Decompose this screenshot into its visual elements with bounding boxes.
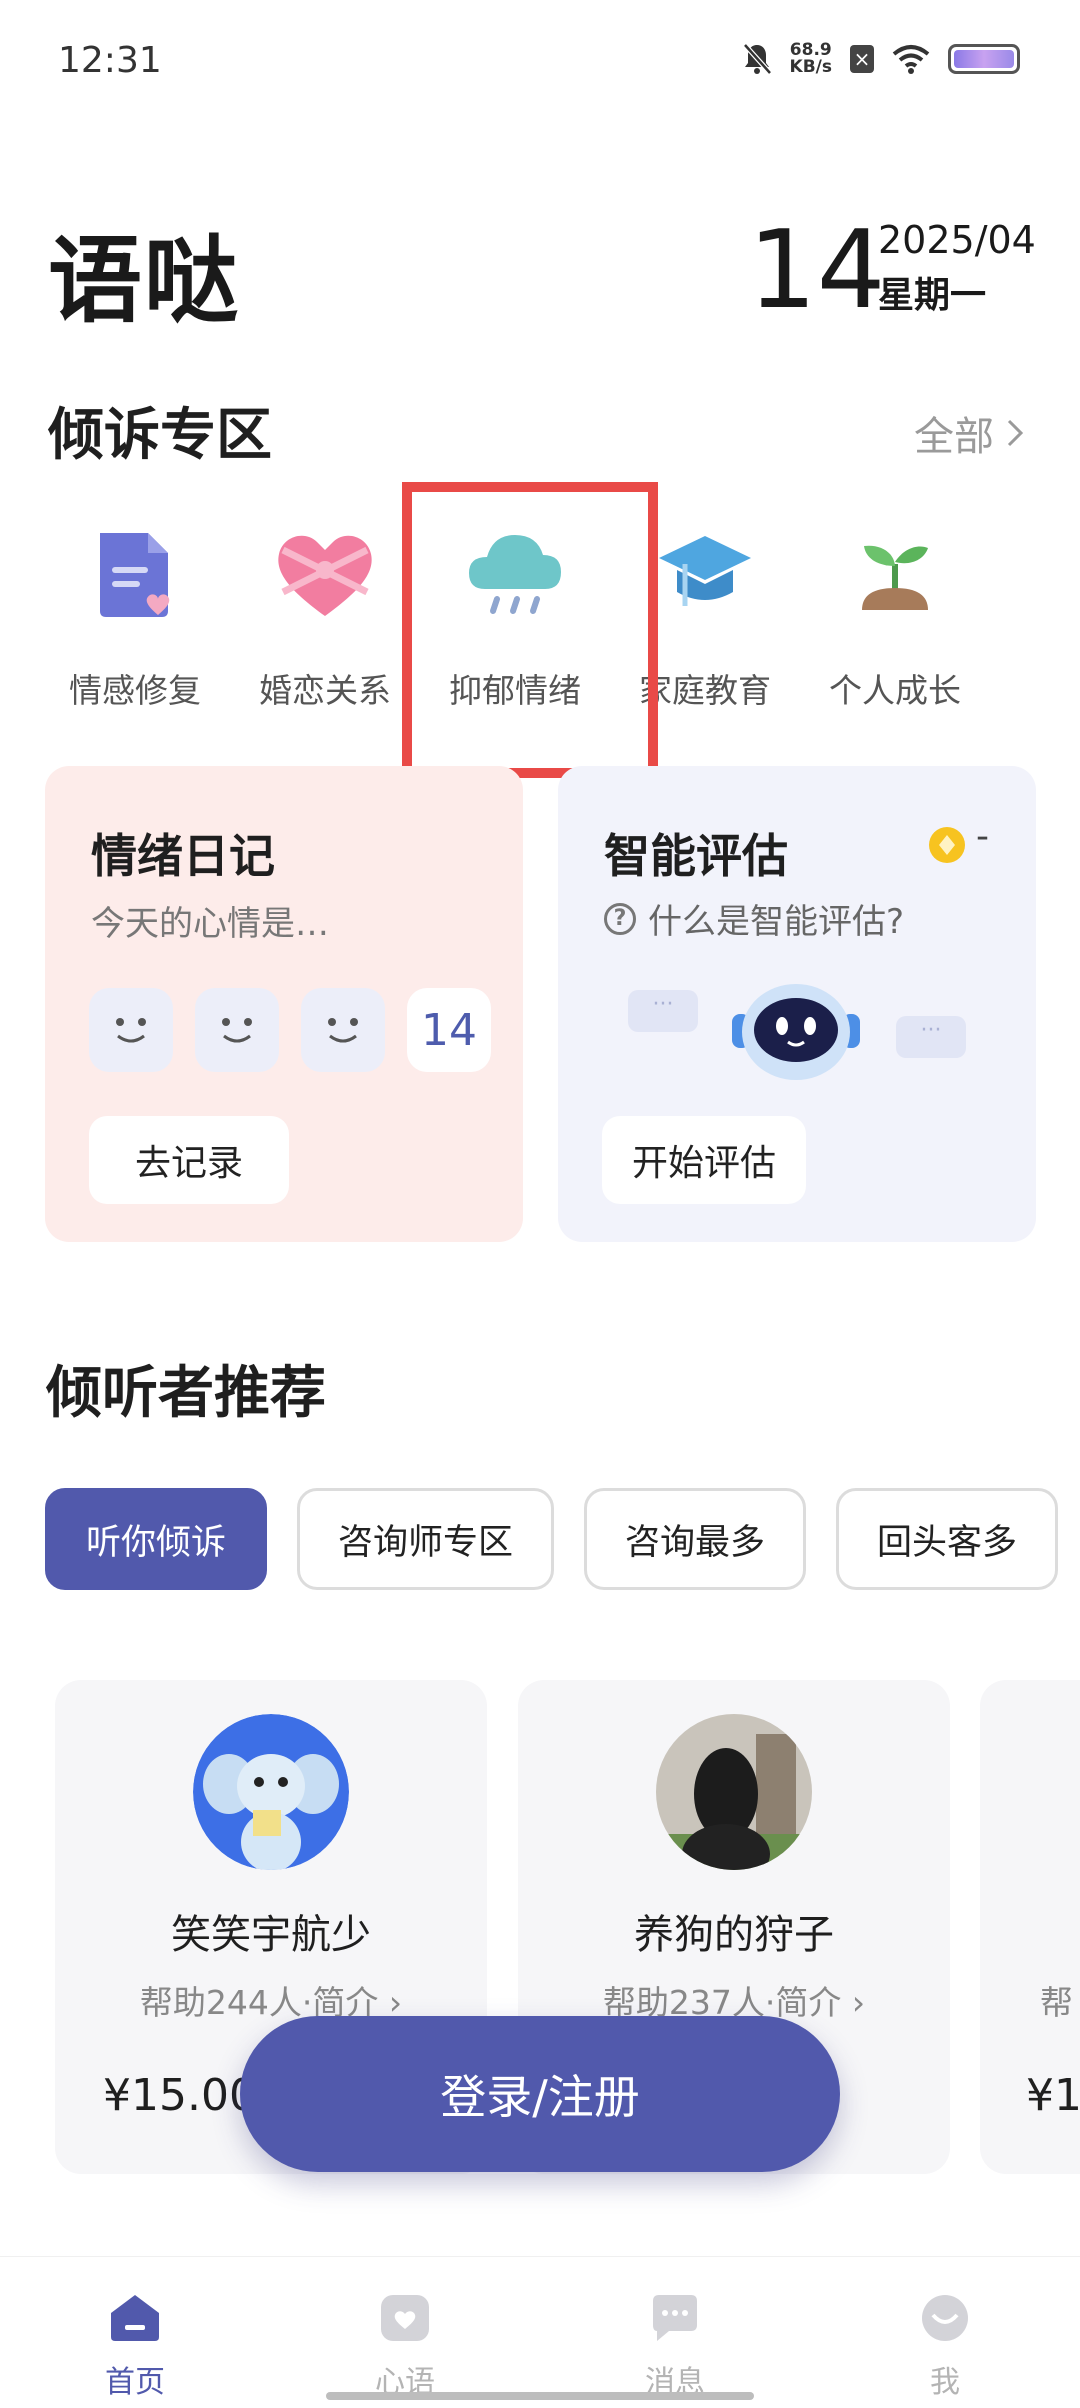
bottom-nav: 首页 心语 消息 我 (0, 2256, 1080, 2408)
listener-name: 笑笑宇航少 (171, 1912, 371, 1958)
avatar (193, 1714, 349, 1870)
sprout-icon (840, 520, 950, 630)
category-label: 情感修复 (69, 671, 201, 710)
mood-faces: 14 (89, 988, 491, 1072)
smile-face-icon (301, 988, 385, 1072)
avatar (656, 1714, 812, 1870)
smile-face-icon (195, 988, 279, 1072)
status-bar: 12:31 68.9 KB/s × (0, 0, 1080, 130)
start-eval-button[interactable]: 开始评估 (602, 1116, 807, 1204)
tab-listen-to-you[interactable]: 听你倾诉 (45, 1488, 268, 1590)
emotion-diary-card[interactable]: 情绪日记 今天的心情是… 14 去记录 (45, 766, 523, 1242)
date-day: 14 (748, 208, 886, 333)
what-is-eval-label: 什么是智能评估? (648, 902, 905, 942)
robot-icon (732, 984, 860, 1080)
message-icon (653, 2295, 697, 2341)
home-icon (111, 2295, 159, 2341)
listeners-section-title: 倾听者推荐 (46, 1361, 326, 1426)
chevron-right-icon: › (851, 1983, 866, 2022)
home-indicator (326, 2392, 754, 2400)
document-heart-icon (80, 520, 190, 630)
confide-section-title: 倾诉专区 (48, 403, 272, 468)
category-marriage[interactable]: 婚恋关系 (230, 520, 420, 730)
coin-value: - (976, 816, 989, 857)
nav-me[interactable]: 我 (810, 2257, 1080, 2408)
category-emotional-repair[interactable]: 情感修复 (40, 520, 230, 730)
sim-off-icon: × (850, 45, 874, 73)
nav-label: 首页 (105, 2365, 165, 2400)
status-icons: 68.9 KB/s × (742, 42, 1020, 76)
listener-tabs: 听你倾诉 咨询师专区 咨询最多 回头客多 (45, 1488, 1059, 1590)
category-label: 个人成长 (829, 671, 961, 710)
coin-icon (929, 827, 965, 863)
highlight-box (402, 482, 658, 778)
net-speed: 68.9 KB/s (790, 42, 832, 76)
date-year-month: 2025/04 (878, 218, 1036, 262)
heart-gift-icon (270, 520, 380, 630)
chevron-right-icon (1007, 419, 1024, 447)
chat-bubble-icon: ··· (896, 1016, 966, 1058)
go-record-button[interactable]: 去记录 (89, 1116, 290, 1204)
category-personal-growth[interactable]: 个人成长 (800, 520, 990, 730)
profile-icon (922, 2295, 968, 2341)
listener-price: ¥15.00 (103, 2070, 257, 2121)
smile-face-icon (89, 988, 173, 1072)
diary-title: 情绪日记 (91, 829, 275, 883)
listener-help-count: 帮 (1040, 1983, 1073, 2022)
login-register-button[interactable]: 登录/注册 (240, 2016, 840, 2172)
category-label: 婚恋关系 (259, 671, 391, 710)
tab-counselor-zone[interactable]: 咨询师专区 (297, 1488, 555, 1590)
net-speed-unit: KB/s (789, 57, 832, 77)
eval-title: 智能评估 (604, 829, 788, 883)
status-time: 12:31 (58, 40, 162, 81)
tab-most-returning[interactable]: 回头客多 (836, 1488, 1059, 1590)
tab-most-consulted[interactable]: 咨询最多 (584, 1488, 807, 1590)
nav-label: 我 (930, 2365, 960, 2400)
app-screen: 12:31 68.9 KB/s × 语哒 14 2025/04 星期一 倾诉专区… (0, 0, 1080, 2408)
app-title: 语哒 (48, 227, 241, 336)
see-all-label: 全部 (914, 414, 994, 460)
diary-day-count: 14 (407, 988, 491, 1072)
battery-icon (948, 44, 1020, 74)
heart-chat-icon (381, 2295, 429, 2341)
wifi-icon (892, 45, 930, 74)
mute-bell-icon (742, 43, 772, 75)
what-is-eval-link[interactable]: ? 什么是智能评估? (604, 894, 904, 943)
nav-heart-words[interactable]: 心语 (270, 2257, 540, 2408)
nav-messages[interactable]: 消息 (540, 2257, 810, 2408)
listener-card[interactable]: 帮 ¥1 (980, 1680, 1080, 2174)
nav-home[interactable]: 首页 (0, 2257, 270, 2408)
smart-eval-card[interactable]: 智能评估 - ? 什么是智能评估? ··· ··· 开始评估 (558, 766, 1036, 1242)
listener-name: 养狗的狩子 (634, 1912, 834, 1958)
listener-price: ¥1 (1026, 2070, 1080, 2121)
date-weekday: 星期一 (878, 275, 987, 316)
question-icon: ? (604, 902, 636, 935)
diary-subtitle: 今天的心情是… (91, 904, 329, 944)
chat-bubble-icon: ··· (628, 990, 698, 1032)
see-all-link[interactable]: 全部 (914, 404, 1024, 462)
graduation-cap-icon (650, 520, 760, 630)
